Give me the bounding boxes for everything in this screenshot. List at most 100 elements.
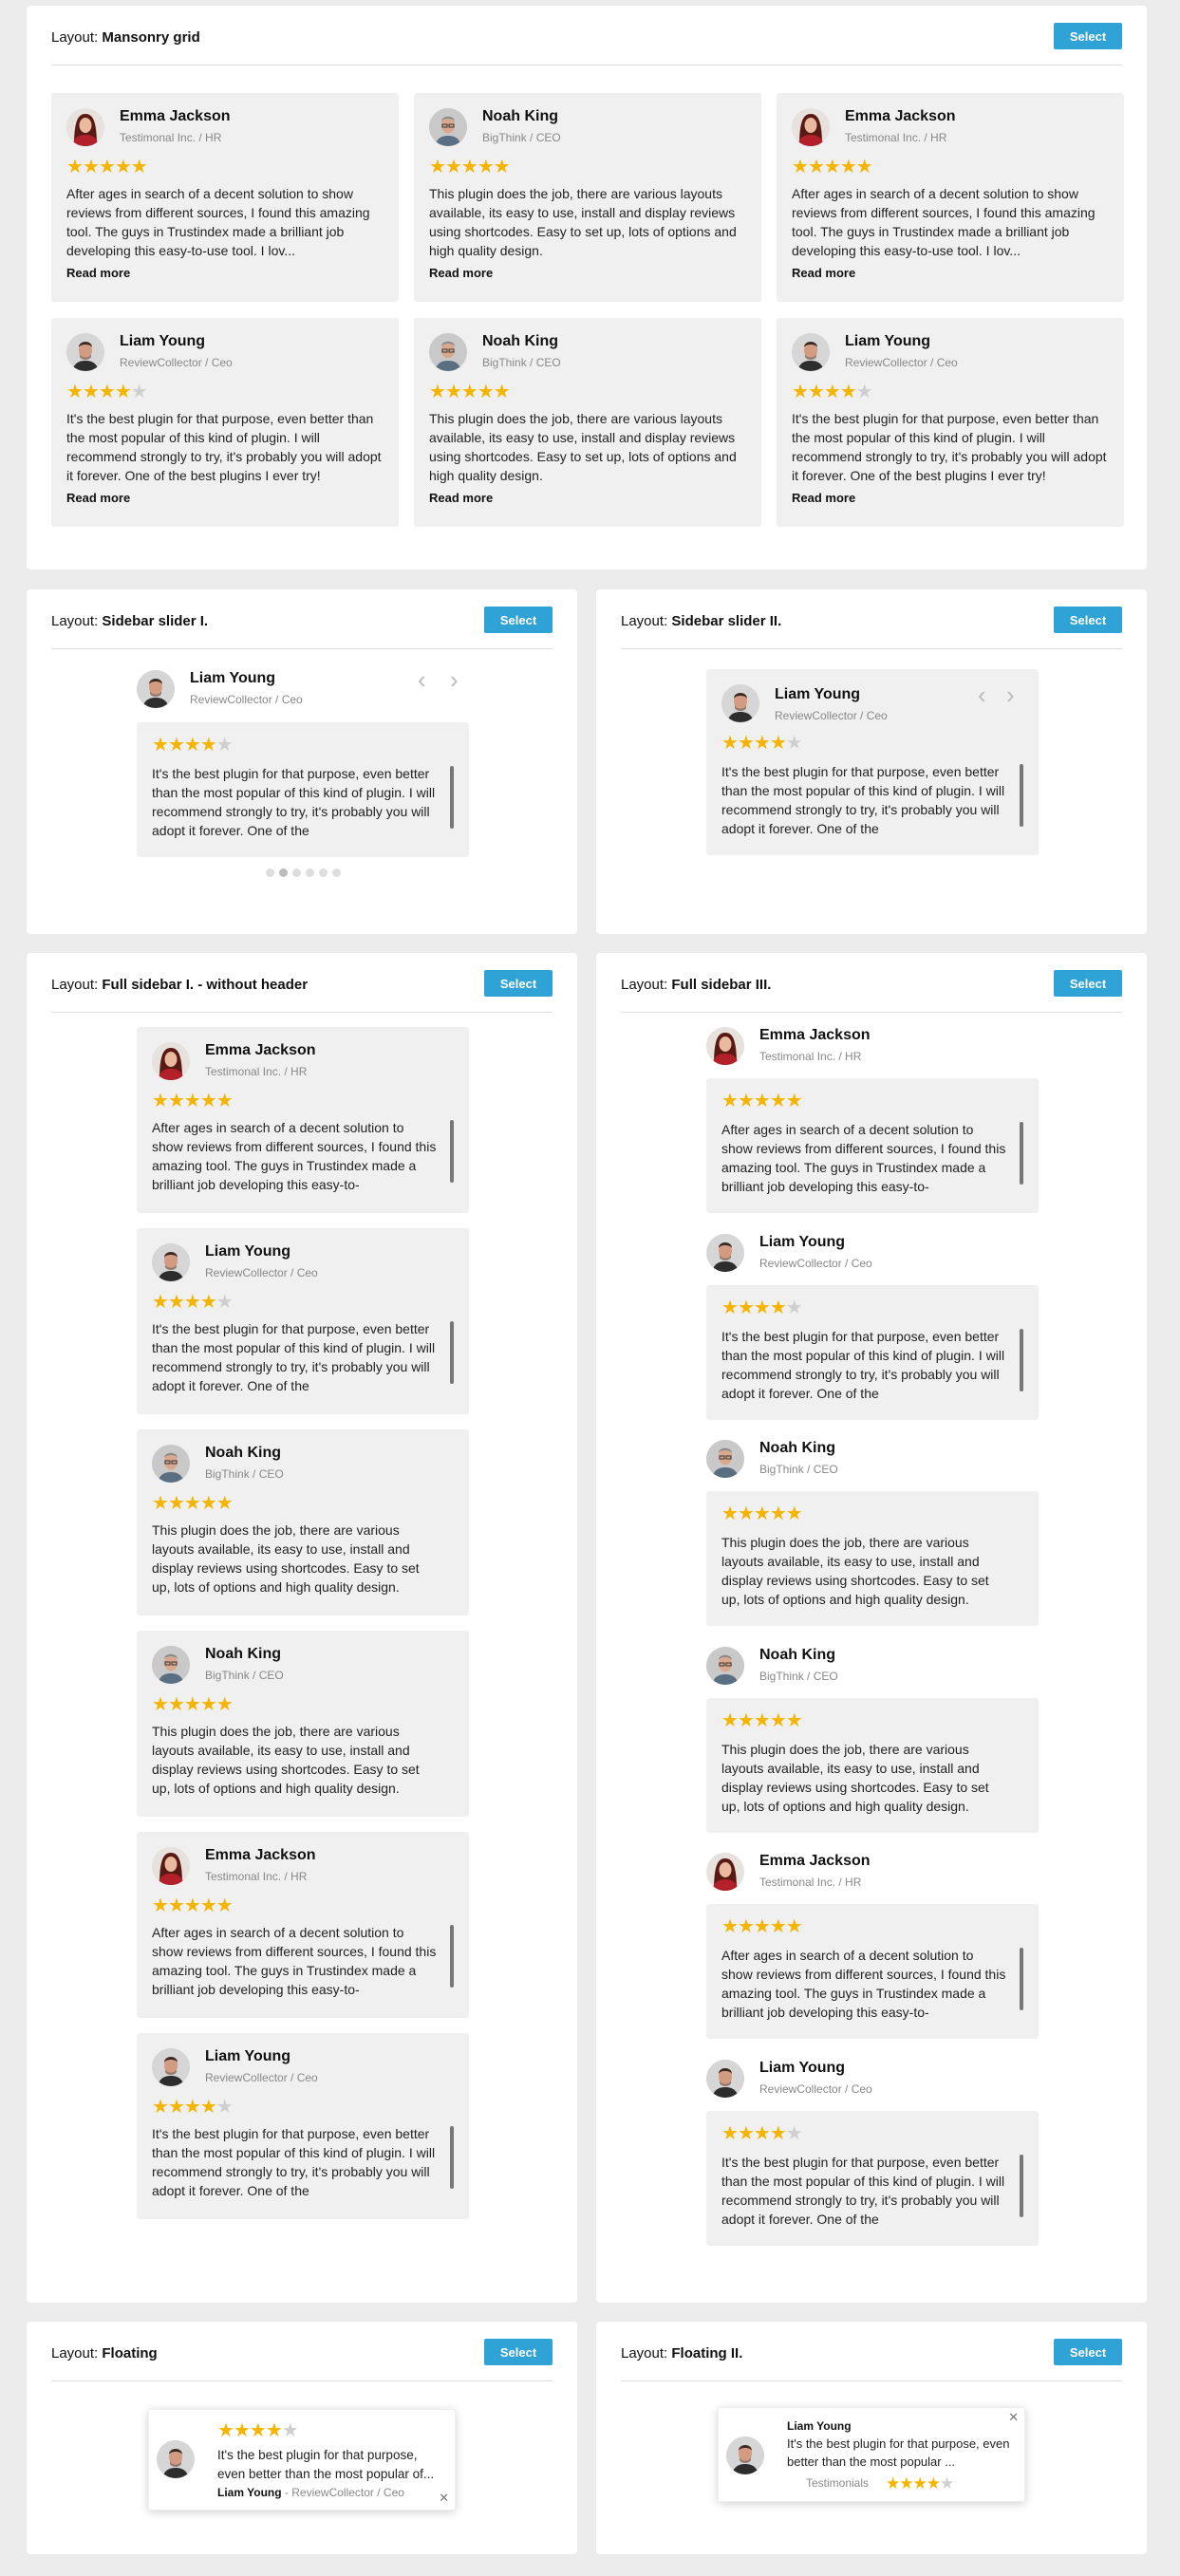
star-rating: ★★★★★: [152, 1493, 234, 1514]
avatar: [152, 1646, 190, 1684]
scrollbar[interactable]: [1020, 1122, 1023, 1185]
star-icon: ★: [114, 157, 132, 177]
star-icon: ★: [807, 382, 825, 402]
star-icon: ★: [249, 2420, 267, 2441]
avatar: [429, 108, 467, 146]
star-rating: ★★★★★: [152, 1896, 234, 1915]
read-more-link[interactable]: Read more: [792, 491, 855, 505]
select-button[interactable]: Select: [1054, 607, 1122, 633]
layout-title: Layout: Full sidebar I. - without header: [51, 977, 309, 993]
read-more-link[interactable]: Read more: [429, 266, 493, 280]
review-text: It's the best plugin for that purpose, e…: [152, 766, 436, 838]
select-button[interactable]: Select: [484, 970, 553, 997]
slider-dot[interactable]: [319, 868, 328, 877]
review-text: It's the best plugin for that purpose, e…: [152, 1321, 436, 1393]
scrollbar[interactable]: [1020, 2154, 1023, 2217]
star-icon: ★: [167, 735, 185, 756]
reviewer-role: BigThink / CEO: [759, 1669, 838, 1683]
scrollbar[interactable]: [1020, 764, 1023, 827]
read-more-link[interactable]: Read more: [792, 266, 855, 280]
star-icon: ★: [183, 1694, 201, 1715]
scrollbar[interactable]: [450, 2126, 454, 2189]
scrollbar[interactable]: [450, 1120, 454, 1183]
star-rating: ★★★★★: [66, 382, 148, 402]
reviewer-role: Testimonal Inc. / HR: [205, 1065, 308, 1078]
star-icon: ★: [721, 1503, 739, 1524]
avatar: [429, 333, 467, 371]
scrollbar[interactable]: [450, 1925, 454, 1988]
select-button[interactable]: Select: [1054, 970, 1122, 997]
slider-dot[interactable]: [306, 868, 314, 877]
star-icon: ★: [66, 382, 84, 402]
read-more-link[interactable]: Read more: [66, 266, 130, 280]
read-more-link[interactable]: Read more: [429, 491, 493, 505]
review-card: Noah King BigThink / CEO ★★★★★ This plugin …: [414, 318, 761, 527]
close-icon[interactable]: ✕: [1008, 2410, 1019, 2425]
chevron-left-icon[interactable]: ‹: [418, 667, 426, 692]
star-icon: ★: [167, 1694, 185, 1715]
review-text: After ages in search of a decent solutio…: [792, 186, 1096, 258]
review-text: After ages in search of a decent solutio…: [152, 1925, 437, 1997]
author-role: ReviewCollector / Ceo: [291, 2486, 404, 2499]
chevron-right-icon[interactable]: ›: [450, 667, 459, 692]
star-icon: ★: [721, 1297, 739, 1318]
star-icon: ★: [769, 1709, 787, 1731]
star-icon: ★: [152, 1091, 169, 1111]
reviewer-role: ReviewCollector / Ceo: [759, 2081, 872, 2096]
star-icon: ★: [152, 1292, 169, 1313]
reviewer-name: Liam Young: [759, 2059, 846, 2076]
select-button[interactable]: Select: [1054, 2339, 1122, 2365]
layout-title: Layout: Floating II.: [621, 2345, 743, 2361]
star-icon: ★: [167, 2097, 185, 2118]
slider-dot[interactable]: [292, 868, 301, 877]
review-text: It's the best plugin for that purpose, e…: [152, 2126, 436, 2198]
read-more-link[interactable]: Read more: [66, 491, 130, 505]
review-text: It's the best plugin for that purpose, e…: [721, 764, 1005, 836]
star-empty-icon: ★: [940, 2474, 954, 2492]
panel-header: Layout: Full sidebar III. Select: [621, 953, 1122, 1013]
star-rating: ★★★★★: [792, 382, 873, 402]
review-text: It's the best plugin for that purpose, e…: [721, 1328, 1005, 1401]
chevron-right-icon[interactable]: ›: [1006, 682, 1015, 707]
star-icon: ★: [785, 1503, 803, 1524]
floating-widget[interactable]: Liam Young It's the best plugin for that…: [718, 2407, 1025, 2502]
select-button[interactable]: Select: [484, 607, 553, 633]
star-icon: ★: [493, 382, 511, 402]
star-rating: ★★★★★: [721, 1917, 803, 1936]
star-icon: ★: [167, 1493, 185, 1514]
avatar: [706, 1440, 744, 1478]
star-empty-icon: ★: [785, 2122, 803, 2144]
reviewer-name: Liam Young: [787, 2419, 852, 2433]
select-button[interactable]: Select: [484, 2339, 553, 2365]
select-button[interactable]: Select: [1054, 23, 1122, 49]
star-icon: ★: [721, 2122, 739, 2144]
floating-widget[interactable]: ★★★★★ It's the best plugin for that purp…: [148, 2409, 456, 2511]
star-empty-icon: ★: [215, 1292, 234, 1313]
star-icon: ★: [753, 733, 771, 754]
scrollbar[interactable]: [450, 766, 454, 829]
reviewer-role: Testimonal Inc. / HR: [759, 1876, 862, 1889]
star-icon: ★: [183, 735, 201, 756]
layout-title: Layout: Floating: [51, 2345, 158, 2361]
chevron-left-icon[interactable]: ‹: [978, 682, 986, 707]
review-card: ★★★★★ This plugin does the job, there are…: [706, 1697, 1039, 1833]
slider-dot[interactable]: [266, 868, 274, 877]
scrollbar[interactable]: [450, 1321, 454, 1384]
panel-header: Layout: Mansonry grid Select: [51, 6, 1122, 65]
review-card: ★★★★★ This plugin does the job, there are…: [706, 1491, 1039, 1626]
scrollbar[interactable]: [1020, 1328, 1023, 1391]
review-text: It's the best plugin for that purpose, e…: [721, 2154, 1005, 2227]
avatar: [152, 2048, 190, 2086]
scrollbar[interactable]: [1020, 1948, 1023, 2010]
slider-dot[interactable]: [332, 868, 341, 877]
close-icon[interactable]: ✕: [439, 2491, 449, 2506]
reviewer-role: ReviewCollector / Ceo: [205, 2071, 318, 2084]
avatar: [137, 670, 175, 708]
star-icon: ★: [753, 1091, 771, 1111]
star-empty-icon: ★: [215, 735, 234, 756]
reviewer-role: Testimonal Inc. / HR: [759, 1050, 862, 1063]
review-text: This plugin does the job, there are vari…: [721, 1741, 989, 1814]
star-icon: ★: [183, 1091, 201, 1111]
star-icon: ★: [737, 1091, 755, 1111]
slider-dot[interactable]: [279, 868, 288, 877]
